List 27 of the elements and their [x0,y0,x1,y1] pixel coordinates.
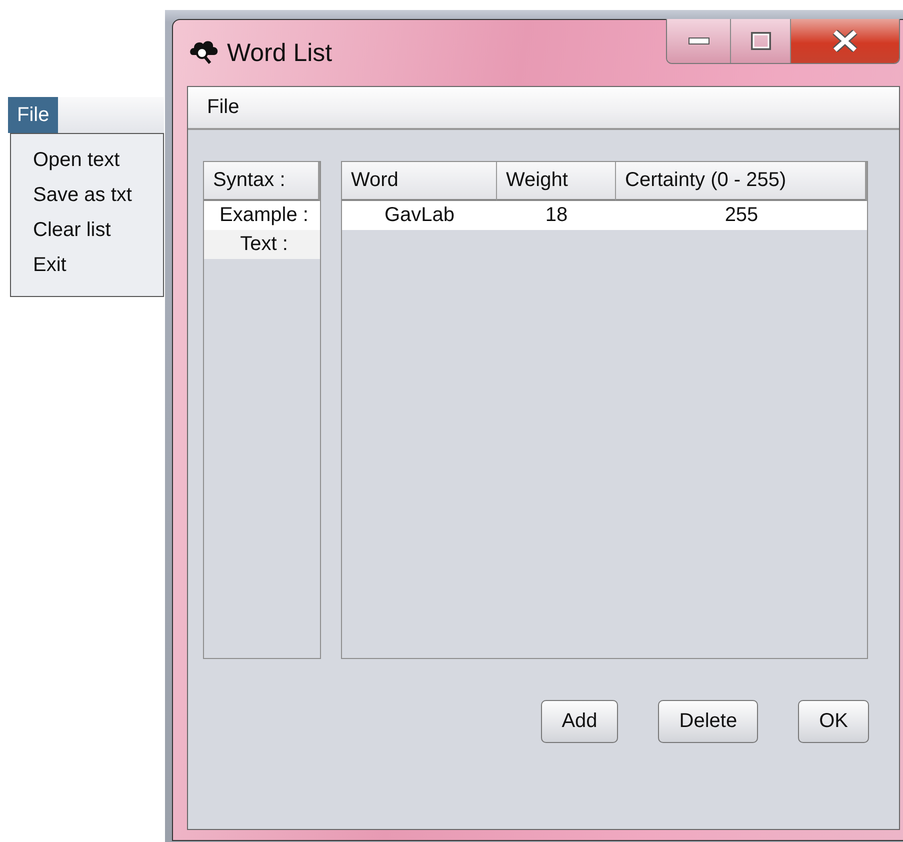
maximize-icon [750,32,770,50]
close-button[interactable] [791,19,899,63]
menu-title[interactable]: File [8,97,58,133]
cloud-magnifier-icon [189,39,219,65]
dialog-button[interactable]: OK [798,700,869,743]
table-cell-text: 255 [724,203,760,228]
dialog-button[interactable]: Delete [658,700,758,743]
column-header[interactable]: Word [342,162,497,201]
column-header[interactable]: Weight [497,162,616,201]
table-row[interactable]: GavLab 18 255 [342,201,867,230]
menu-item[interactable]: Exit [11,252,163,287]
list-item[interactable]: Text : [204,230,320,259]
maximize-button[interactable] [731,19,791,63]
menu-item[interactable]: File [207,96,240,119]
menu-item[interactable]: Clear list [11,217,163,252]
column-header[interactable]: Certainty (0 - 255) [616,162,867,201]
table-cell-text: GavLab [383,203,456,228]
table-cell-text: 18 [544,203,569,228]
list-item[interactable]: Example : [204,201,320,230]
column-header[interactable]: Syntax : [204,162,320,201]
minimize-icon [688,37,710,45]
dialog-button[interactable]: Add [540,700,618,743]
menu-item[interactable]: Save as txt [11,182,163,217]
window-title: Word List [227,38,332,68]
menu-item[interactable]: Open text [11,147,163,182]
close-icon [832,30,858,52]
minimize-button[interactable] [667,19,731,63]
